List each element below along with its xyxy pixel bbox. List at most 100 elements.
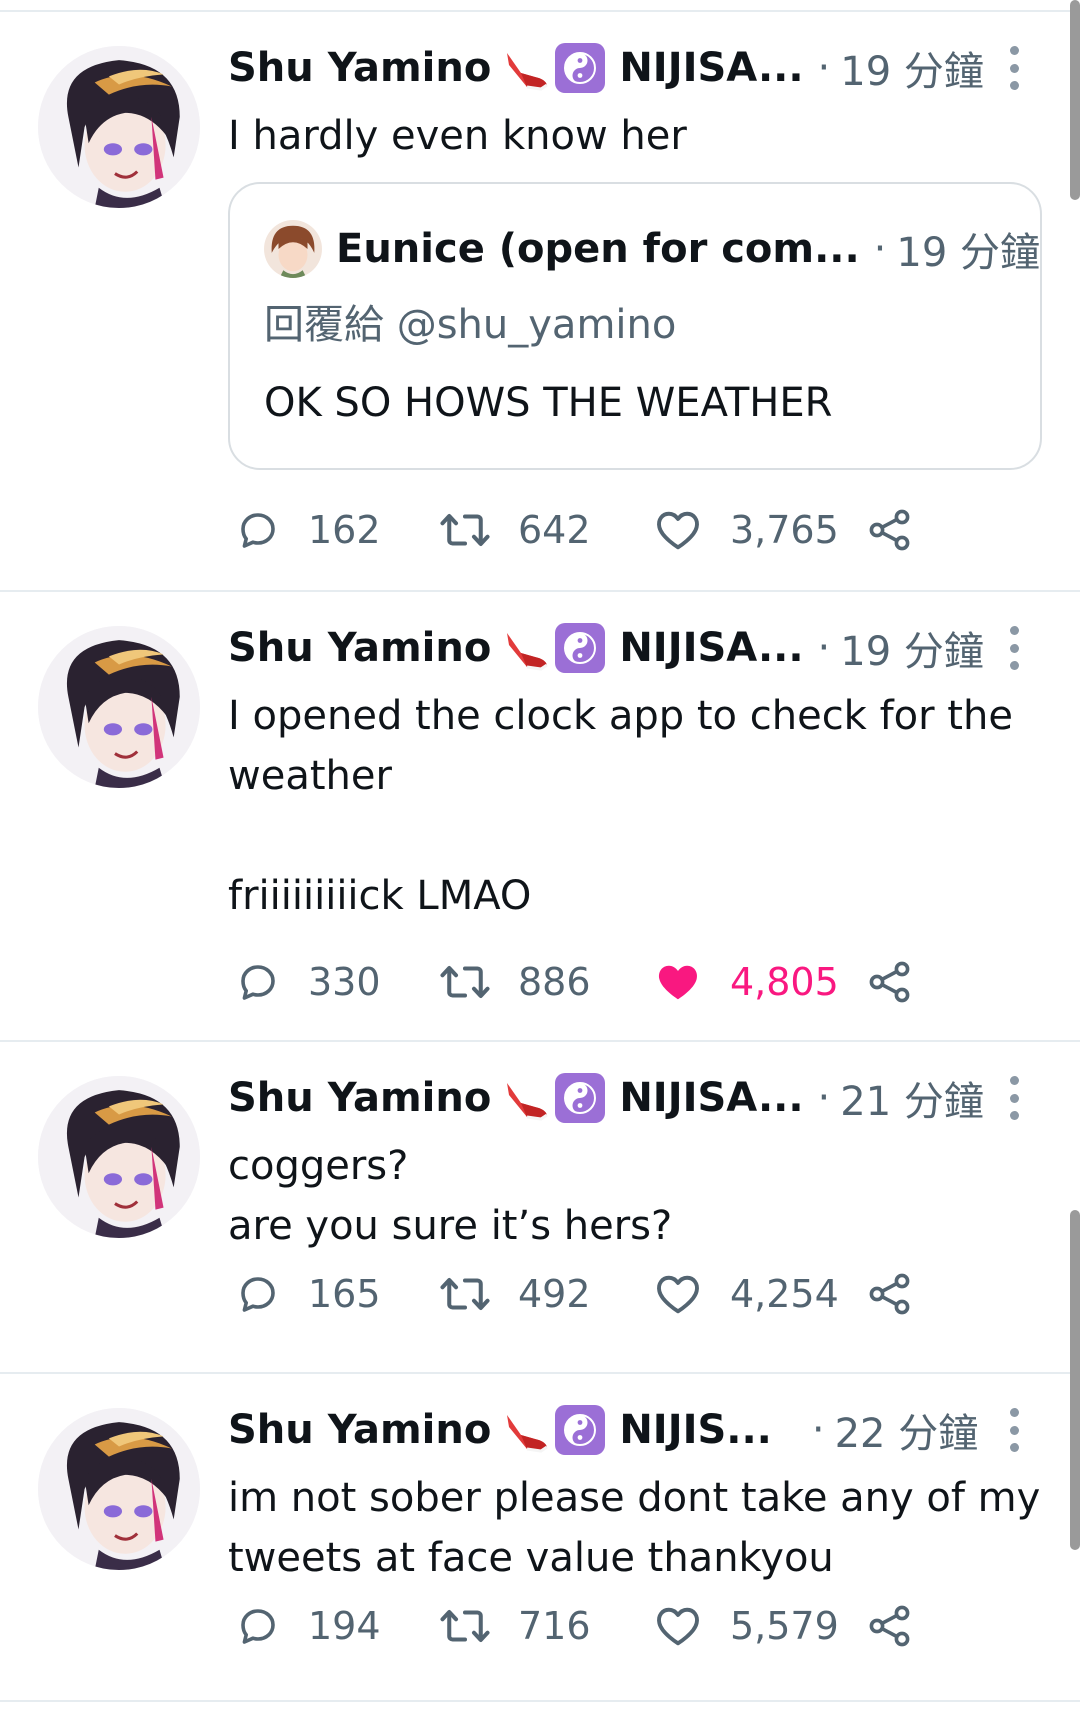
dot-separator: · xyxy=(817,45,831,91)
bottom-divider xyxy=(0,1700,1080,1702)
handle[interactable]: NIJISA... xyxy=(619,1075,803,1121)
retweet-icon xyxy=(438,955,492,1009)
share-icon xyxy=(866,1270,914,1318)
yin-yang-emoji-icon xyxy=(555,1405,606,1455)
retweet-button[interactable]: 716 xyxy=(438,1596,591,1656)
reply-count: 330 xyxy=(308,960,381,1004)
display-name[interactable]: Shu Yamino xyxy=(228,1407,491,1453)
reply-count: 162 xyxy=(308,508,381,552)
reply-count: 194 xyxy=(308,1604,381,1648)
tweet-divider xyxy=(0,590,1080,592)
heart-filled-icon xyxy=(652,956,704,1008)
avatar[interactable] xyxy=(38,46,200,208)
timestamp[interactable]: 22 分鐘 xyxy=(835,1401,979,1459)
retweet-icon xyxy=(438,1267,492,1321)
sneaker-emoji-icon xyxy=(501,1405,551,1455)
action-bar: 330 886 4,805 xyxy=(234,952,934,1012)
scrollbar-thumb-top[interactable] xyxy=(1070,0,1080,200)
action-bar: 162 642 3,765 xyxy=(234,500,934,560)
quote-dot-separator: · xyxy=(873,226,887,272)
tweet-divider xyxy=(0,1040,1080,1042)
retweet-icon xyxy=(438,503,492,557)
handle[interactable]: NIJISA... xyxy=(619,45,803,91)
sneaker-emoji-icon xyxy=(501,1073,551,1123)
retweet-count: 886 xyxy=(518,960,591,1004)
tweet-text: I opened the clock app to check for the … xyxy=(228,693,1013,919)
tweet-header: Shu Yamino NIJISA... · 21 分鐘 xyxy=(228,1069,988,1127)
quote-header: Eunice (open for com... · 19 分鐘 xyxy=(264,220,1040,278)
retweet-button[interactable]: 886 xyxy=(438,952,591,1012)
like-button[interactable]: 4,254 xyxy=(652,1264,839,1324)
reply-icon xyxy=(234,1602,282,1650)
share-icon xyxy=(866,1602,914,1650)
display-name[interactable]: Shu Yamino xyxy=(228,625,491,671)
quote-avatar xyxy=(264,220,322,278)
action-bar: 194 716 5,579 xyxy=(234,1596,934,1656)
handle[interactable]: NIJISA... xyxy=(619,625,803,671)
retweet-button[interactable]: 642 xyxy=(438,500,591,560)
tweet-header: Shu Yamino NIJISA... · 19 分鐘 xyxy=(228,39,988,97)
scrollbar-thumb[interactable] xyxy=(1070,1210,1080,1550)
retweet-button[interactable]: 492 xyxy=(438,1264,591,1324)
reply-icon xyxy=(234,958,282,1006)
heart-icon xyxy=(652,504,704,556)
share-button[interactable] xyxy=(866,1596,914,1656)
reply-button[interactable]: 162 xyxy=(234,500,381,560)
yin-yang-emoji-icon xyxy=(555,623,606,673)
retweet-count: 716 xyxy=(518,1604,591,1648)
avatar[interactable] xyxy=(38,626,200,788)
like-button[interactable]: 3,765 xyxy=(652,500,839,560)
dot-separator: · xyxy=(817,625,831,671)
reply-count: 165 xyxy=(308,1272,381,1316)
timestamp[interactable]: 19 分鐘 xyxy=(840,39,984,97)
more-dots-icon[interactable] xyxy=(1008,626,1020,670)
retweet-icon xyxy=(438,1599,492,1653)
avatar[interactable] xyxy=(38,1076,200,1238)
sneaker-emoji-icon xyxy=(501,623,551,673)
like-count: 3,765 xyxy=(730,508,839,552)
yin-yang-emoji-icon xyxy=(555,43,606,93)
dot-separator: · xyxy=(817,1075,831,1121)
quote-timestamp: 19 分鐘 xyxy=(896,230,1041,276)
more-dots-icon[interactable] xyxy=(1008,1076,1020,1120)
tweet-divider xyxy=(0,1372,1080,1374)
tweet-text: I hardly even know her xyxy=(228,113,687,159)
share-icon xyxy=(866,506,914,554)
retweet-count: 492 xyxy=(518,1272,591,1316)
quoted-tweet[interactable]: Eunice (open for com... · 19 分鐘 回覆給 @shu… xyxy=(228,182,1042,470)
quote-reply-context: 回覆給 @shu_yamino xyxy=(264,292,676,350)
heart-icon xyxy=(652,1268,704,1320)
quote-display-name: Eunice (open for com... xyxy=(336,226,860,272)
display-name[interactable]: Shu Yamino xyxy=(228,45,491,91)
timestamp[interactable]: 21 分鐘 xyxy=(840,1069,984,1127)
action-bar: 165 492 4,254 xyxy=(234,1264,934,1324)
reply-icon xyxy=(234,506,282,554)
reply-prefix: 回覆給 xyxy=(264,302,384,348)
sneaker-emoji-icon xyxy=(501,43,551,93)
share-button[interactable] xyxy=(866,500,914,560)
reply-icon xyxy=(234,1270,282,1318)
display-name[interactable]: Shu Yamino xyxy=(228,1075,491,1121)
handle[interactable]: NIJIS... xyxy=(619,1407,772,1453)
heart-icon xyxy=(652,1600,704,1652)
like-button[interactable]: 5,579 xyxy=(652,1596,839,1656)
timestamp[interactable]: 19 分鐘 xyxy=(840,619,984,677)
reply-button[interactable]: 165 xyxy=(234,1264,381,1324)
more-dots-icon[interactable] xyxy=(1008,46,1020,90)
reply-button[interactable]: 330 xyxy=(234,952,381,1012)
top-divider xyxy=(0,10,1080,12)
reply-to-handle[interactable]: @shu_yamino xyxy=(397,302,677,348)
retweet-count: 642 xyxy=(518,508,591,552)
quote-text: OK SO HOWS THE WEATHER xyxy=(264,380,833,426)
share-button[interactable] xyxy=(866,952,914,1012)
share-button[interactable] xyxy=(866,1264,914,1324)
share-icon xyxy=(866,958,914,1006)
tweet-header: Shu Yamino NIJIS... · 22 分鐘 xyxy=(228,1401,988,1459)
more-dots-icon[interactable] xyxy=(1008,1408,1020,1452)
avatar[interactable] xyxy=(38,1408,200,1570)
like-button[interactable]: 4,805 xyxy=(652,952,839,1012)
dot-separator: · xyxy=(811,1407,825,1453)
like-count: 5,579 xyxy=(730,1604,839,1648)
reply-button[interactable]: 194 xyxy=(234,1596,381,1656)
tweet-text: coggers? are you sure it’s hers? xyxy=(228,1143,673,1249)
